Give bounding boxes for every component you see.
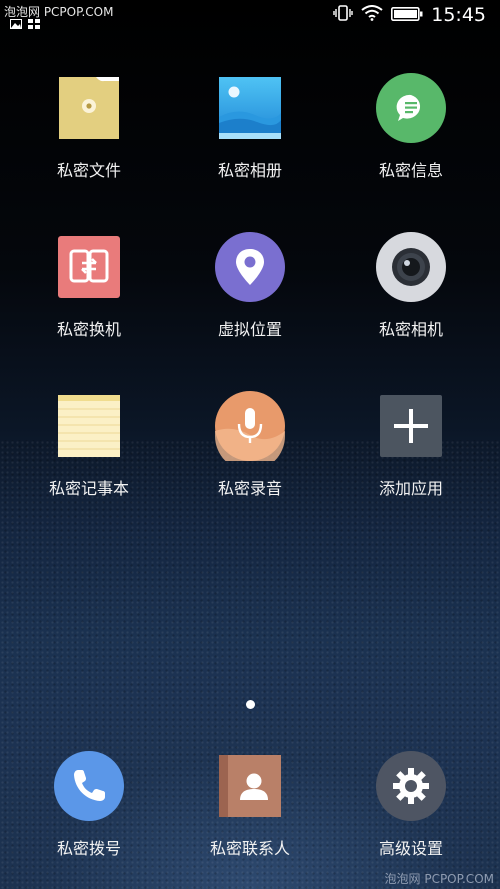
vibrate-icon xyxy=(333,5,353,25)
add-icon xyxy=(376,391,446,461)
phone-transfer-icon xyxy=(54,232,124,302)
camera-icon xyxy=(376,232,446,302)
app-private-camera[interactable]: 私密相机 xyxy=(346,232,476,340)
app-label: 添加应用 xyxy=(378,479,443,498)
message-icon xyxy=(376,73,446,143)
app-label: 私密拨号 xyxy=(56,839,121,858)
clock: 15:45 xyxy=(431,4,486,26)
watermark-bottom: 泡泡网 PCPOP.COM xyxy=(384,872,494,886)
microphone-icon xyxy=(215,391,285,461)
app-virtual-location[interactable]: 虚拟位置 xyxy=(185,232,315,340)
grid-icon xyxy=(28,14,40,33)
app-private-recorder[interactable]: 私密录音 xyxy=(185,391,315,499)
app-private-transfer[interactable]: 私密换机 xyxy=(24,232,154,340)
app-label: 私密文件 xyxy=(56,161,121,180)
app-label: 虚拟位置 xyxy=(217,320,282,339)
app-private-album[interactable]: 私密相册 xyxy=(185,73,315,181)
app-add-application[interactable]: 添加应用 xyxy=(346,391,476,499)
folder-icon xyxy=(54,73,124,143)
app-private-messages[interactable]: 私密信息 xyxy=(346,73,476,181)
status-bar: 泡泡网 PCPOP.COM 15:45 xyxy=(0,0,500,32)
app-label: 私密记事本 xyxy=(48,479,129,498)
app-label: 私密相册 xyxy=(217,161,282,180)
location-pin-icon xyxy=(215,232,285,302)
gear-icon xyxy=(376,751,446,821)
battery-icon xyxy=(391,6,423,25)
contacts-icon xyxy=(215,751,285,821)
app-private-notepad[interactable]: 私密记事本 xyxy=(24,391,154,499)
status-right: 15:45 xyxy=(333,4,486,26)
wifi-icon xyxy=(361,5,383,25)
app-label: 私密信息 xyxy=(378,161,443,180)
app-label: 私密换机 xyxy=(56,320,121,339)
app-label: 高级设置 xyxy=(378,839,443,858)
app-label: 私密录音 xyxy=(217,479,282,498)
page-indicator-dot xyxy=(246,700,255,709)
app-label: 私密相机 xyxy=(378,320,443,339)
image-icon xyxy=(10,14,22,33)
notification-icons xyxy=(10,14,40,33)
phone-icon xyxy=(54,751,124,821)
notepad-icon xyxy=(54,391,124,461)
app-private-files[interactable]: 私密文件 xyxy=(24,73,154,181)
dock-private-contacts[interactable]: 私密联系人 xyxy=(185,751,315,859)
photo-album-icon xyxy=(215,73,285,143)
dock-advanced-settings[interactable]: 高级设置 xyxy=(346,751,476,859)
app-label: 私密联系人 xyxy=(209,839,290,858)
dock-private-dialer[interactable]: 私密拨号 xyxy=(24,751,154,859)
